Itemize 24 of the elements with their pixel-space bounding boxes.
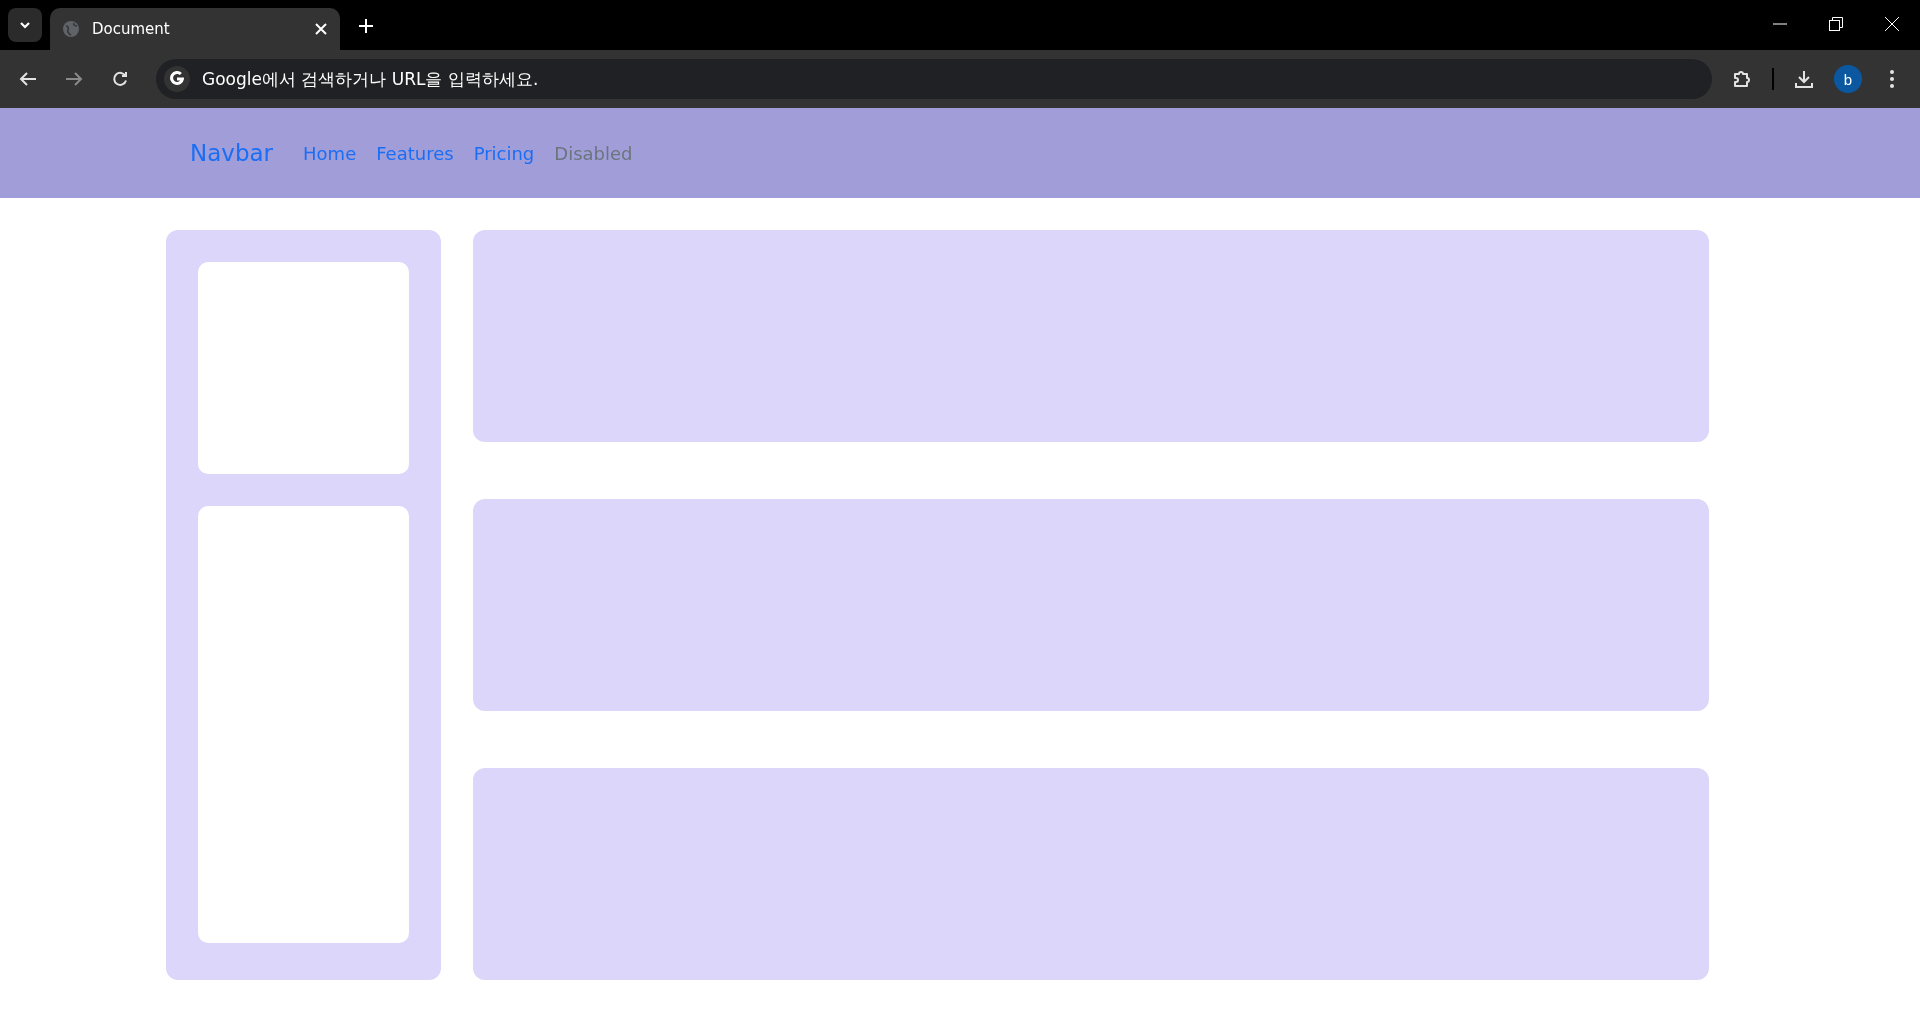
nav-link[interactable]: Pricing bbox=[473, 142, 535, 164]
navbar-brand[interactable]: Navbar bbox=[190, 140, 274, 166]
browser-tab[interactable]: Document bbox=[50, 8, 340, 50]
close-tab-button[interactable] bbox=[314, 22, 328, 36]
back-arrow-icon bbox=[19, 71, 37, 87]
g-logo-icon bbox=[168, 70, 186, 88]
forward-arrow-icon bbox=[65, 71, 83, 87]
tab-list-button[interactable] bbox=[8, 8, 42, 42]
puzzle-icon bbox=[1732, 69, 1752, 89]
restore-icon bbox=[1829, 17, 1843, 31]
close-icon bbox=[1885, 17, 1899, 31]
tab-title: Document bbox=[92, 20, 171, 38]
globe-icon bbox=[62, 20, 80, 38]
menu-icon bbox=[1889, 69, 1895, 89]
profile-avatar[interactable]: b bbox=[1834, 65, 1862, 93]
minimize-icon bbox=[1773, 23, 1787, 25]
reload-icon bbox=[112, 71, 128, 87]
nav-link[interactable]: Home bbox=[303, 142, 357, 164]
address-bar[interactable]: Google에서 검색하거나 URL을 입력하세요. bbox=[156, 59, 1712, 99]
address-placeholder: Google에서 검색하거나 URL을 입력하세요. bbox=[202, 67, 539, 91]
plus-icon bbox=[358, 18, 374, 34]
nav-link[interactable]: Features bbox=[376, 142, 454, 164]
download-icon bbox=[1794, 69, 1814, 89]
close-icon bbox=[314, 22, 328, 36]
